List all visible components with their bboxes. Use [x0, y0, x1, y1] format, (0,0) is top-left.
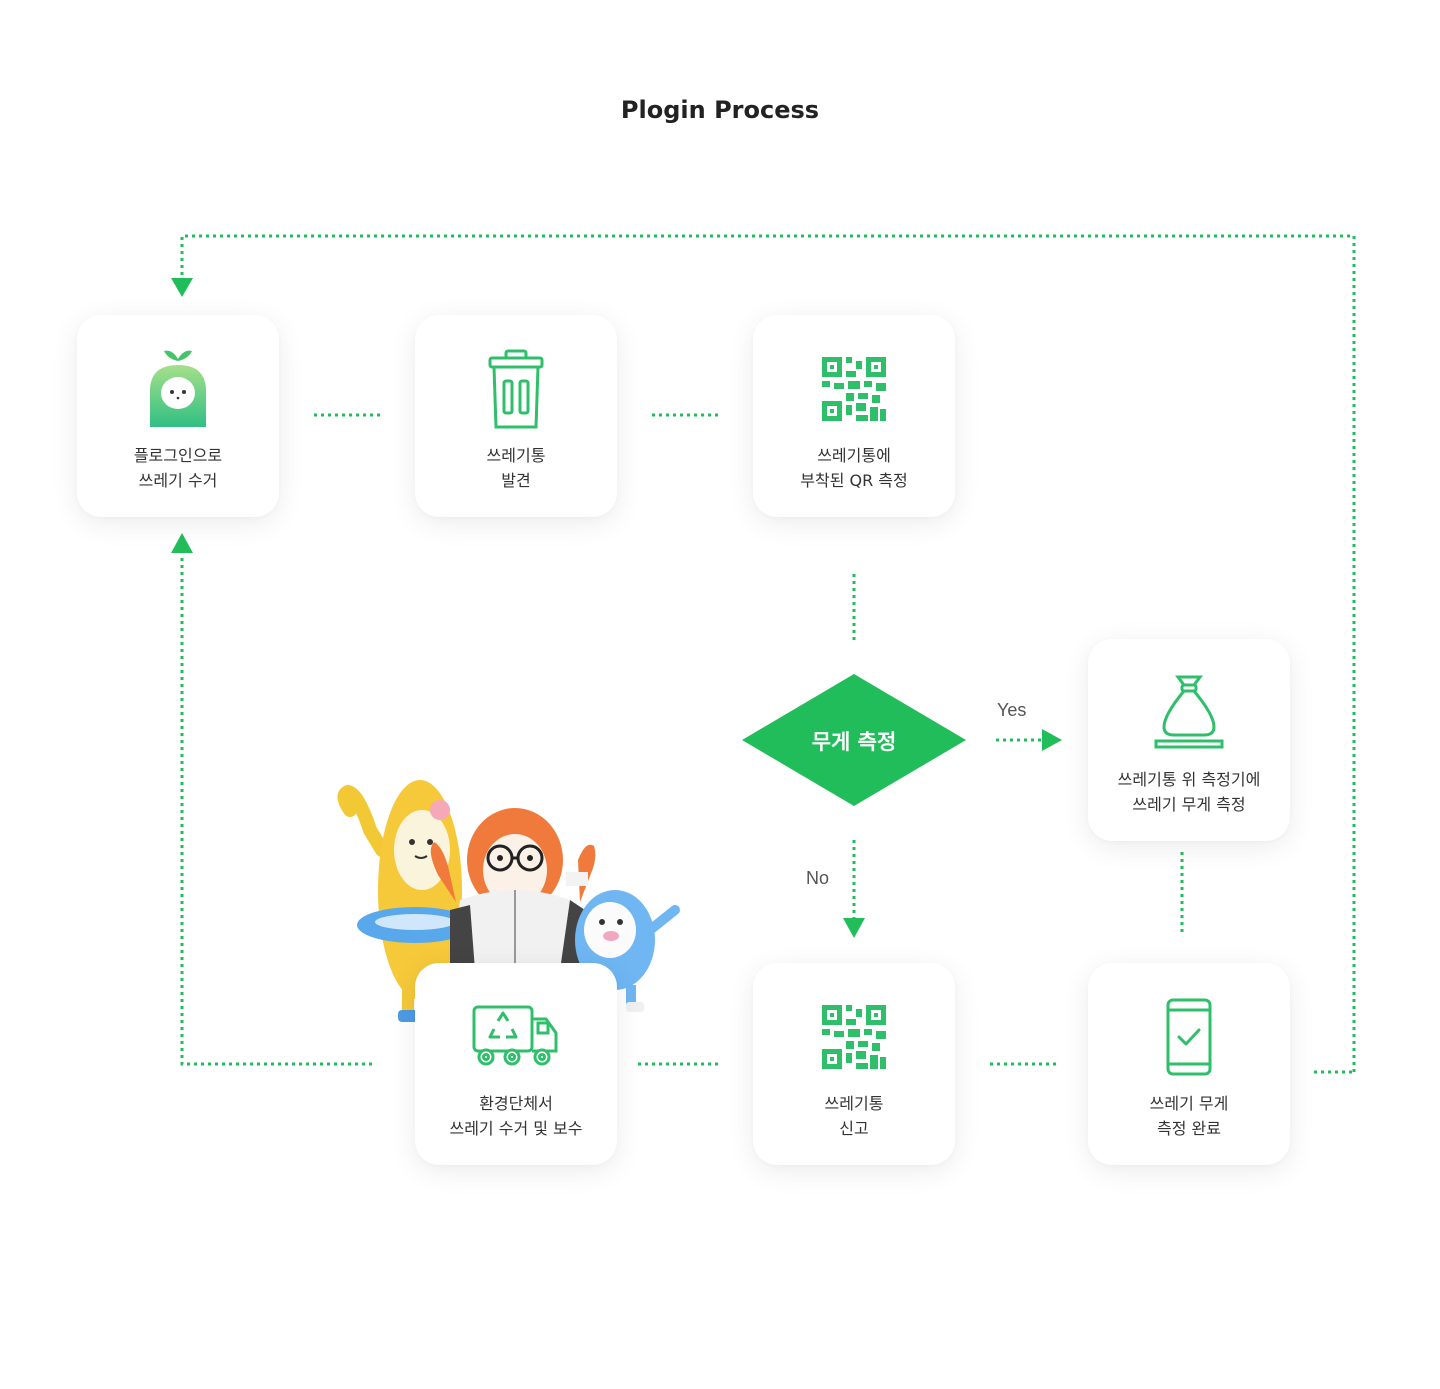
phone-check-icon: [1166, 998, 1212, 1076]
step-card-collection: 환경단체서 쓰레기 수거 및 보수: [415, 963, 617, 1165]
arrow-yes: [1042, 729, 1062, 751]
step-label-line1: 쓰레기통 위 측정기에: [1117, 770, 1261, 789]
step-label-line1: 쓰레기통: [824, 1094, 884, 1113]
plogin-mascot-icon: [150, 350, 206, 427]
step-label-line1: 쓰레기통에: [817, 446, 891, 465]
step-card-measure-on-scale: 쓰레기통 위 측정기에 쓰레기 무게 측정: [1088, 639, 1290, 841]
step-label-line2: 발견: [501, 471, 531, 490]
step-card-weigh-complete: 쓰레기 무게 측정 완료: [1088, 963, 1290, 1165]
step-label-line2: 쓰레기 수거: [138, 471, 218, 490]
step-label-line1: 환경단체서: [479, 1094, 553, 1113]
step-label-line1: 쓰레기 무게: [1149, 1094, 1229, 1113]
arrow-into-plogging-top: [171, 278, 193, 297]
arrow-no: [843, 918, 865, 938]
step-label-line2: 측정 완료: [1157, 1119, 1221, 1138]
step-label-line2: 신고: [839, 1119, 869, 1138]
trash-bin-icon: [488, 349, 544, 429]
garbage-bag-on-scale-icon: [1154, 675, 1224, 749]
step-card-report-bin: 쓰레기통 신고: [753, 963, 955, 1165]
step-label-line2: 쓰레기 수거 및 보수: [449, 1119, 583, 1138]
decision-label: 무게 측정: [811, 730, 897, 754]
step-label-line1: 쓰레기통: [486, 446, 546, 465]
branch-yes-label: Yes: [997, 700, 1027, 720]
arrow-into-plogging-bottom: [171, 533, 193, 553]
recycling-truck-icon: [472, 1005, 558, 1066]
qr-code-icon: [822, 357, 886, 421]
qr-code-icon: [822, 1005, 886, 1069]
step-card-scan-qr: 쓰레기통에 부착된 QR 측정: [753, 315, 955, 517]
branch-no-label: No: [806, 868, 830, 888]
step-card-find-bin: 쓰레기통 발견: [415, 315, 617, 517]
step-card-plogging: 플로그인으로 쓰레기 수거: [77, 315, 279, 517]
step-label-line2: 부착된 QR 측정: [800, 471, 908, 490]
step-label-line1: 플로그인으로: [133, 446, 223, 465]
step-label-line2: 쓰레기 무게 측정: [1132, 795, 1246, 814]
